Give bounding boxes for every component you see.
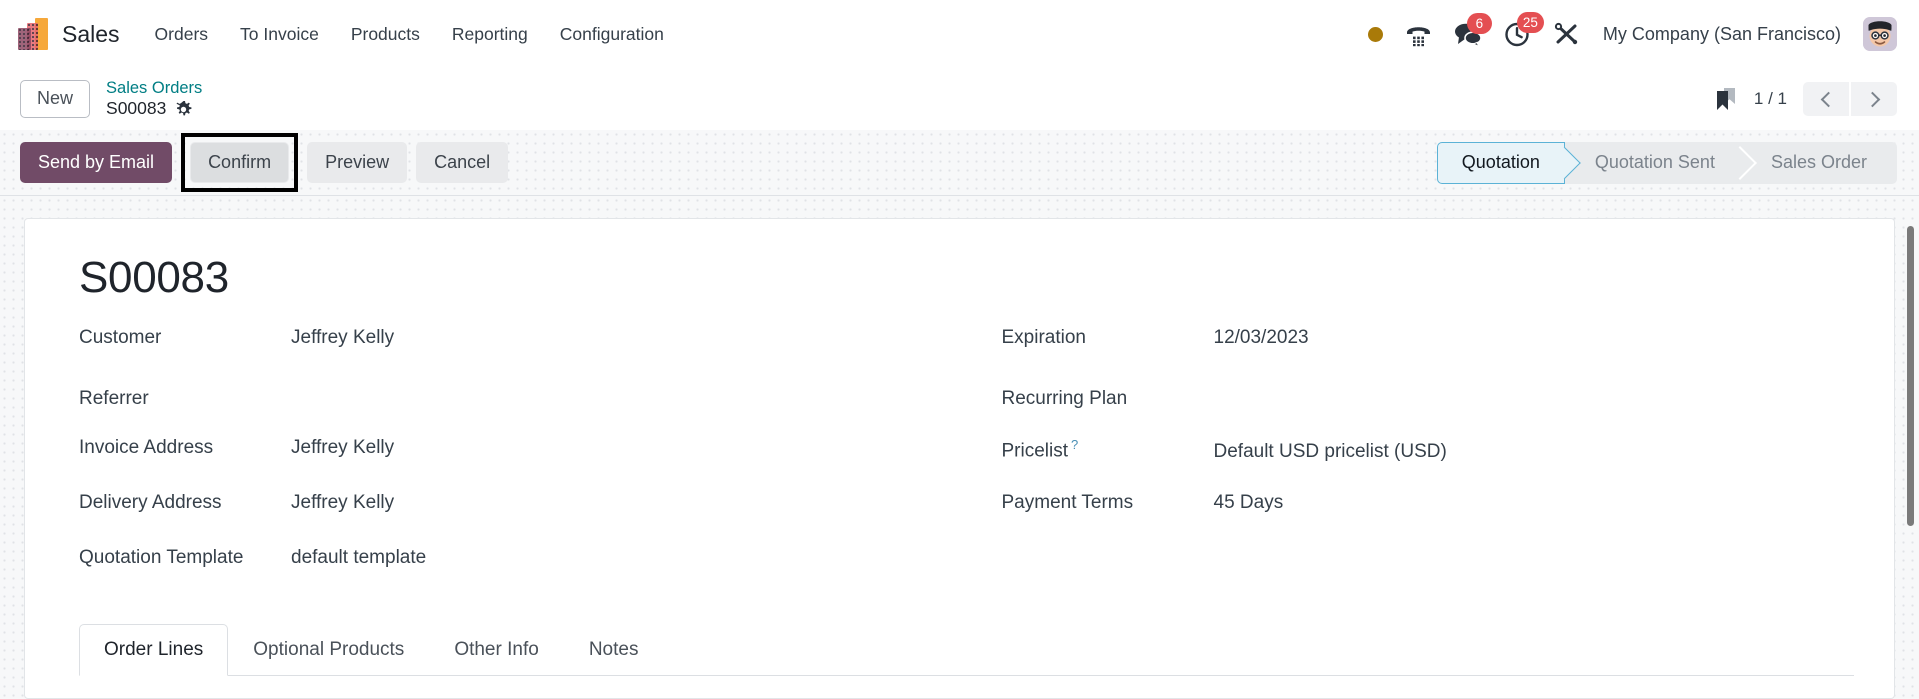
pricelist-help-icon[interactable]: ?: [1071, 437, 1078, 452]
chat-bubbles-icon[interactable]: 6: [1454, 12, 1492, 47]
gear-icon[interactable]: [175, 100, 192, 118]
form-sheet: S00083 Customer Jeffrey Kelly Referrer I…: [24, 218, 1895, 699]
page-title: S00083: [79, 253, 229, 302]
field-label-pricelist-text: Pricelist: [1001, 440, 1069, 462]
field-label-payment-terms: Payment Terms: [1001, 492, 1134, 514]
scrollbar-thumb[interactable]: [1907, 226, 1914, 526]
control-panel-right: 1 / 1: [1714, 82, 1897, 116]
form-column-left: Customer Jeffrey Kelly Referrer Invoice …: [79, 327, 932, 602]
field-value-invoice-address[interactable]: Jeffrey Kelly: [291, 437, 394, 459]
field-delivery-address: Delivery Address Jeffrey Kelly: [79, 492, 932, 547]
field-value-delivery-address[interactable]: Jeffrey Kelly: [291, 492, 394, 514]
status-bar: Quotation Quotation Sent Sales Order: [1436, 141, 1897, 184]
field-value-customer[interactable]: Jeffrey Kelly: [291, 327, 394, 349]
confirm-button[interactable]: Confirm: [190, 142, 290, 183]
tab-optional-products[interactable]: Optional Products: [228, 624, 429, 677]
field-value-payment-terms[interactable]: 45 Days: [1214, 492, 1284, 514]
field-value-expiration[interactable]: 12/03/2023: [1214, 327, 1309, 349]
messages-badge: 6: [1466, 12, 1492, 34]
field-label-referrer: Referrer: [79, 388, 149, 410]
tab-order-lines[interactable]: Order Lines: [79, 623, 229, 677]
status-step-sales-order[interactable]: Sales Order: [1740, 141, 1897, 184]
control-panel-breadcrumb: New Sales Orders S00083 1 / 1: [0, 68, 1919, 130]
tab-notes[interactable]: Notes: [564, 624, 664, 677]
field-label-pricelist: Pricelist?: [1002, 437, 1214, 462]
field-label-quotation-template: Quotation Template: [79, 547, 244, 569]
field-quotation-template: Quotation Template default template: [79, 547, 932, 602]
chevron-right-icon: [1864, 91, 1880, 107]
top-navbar: Sales Orders To Invoice Products Reporti…: [0, 0, 1919, 68]
menu-item-reporting[interactable]: Reporting: [451, 20, 529, 49]
vertical-scrollbar[interactable]: [1906, 196, 1915, 699]
menu-item-orders[interactable]: Orders: [154, 20, 209, 49]
menu-item-products[interactable]: Products: [350, 20, 421, 49]
field-recurring-plan: Recurring Plan: [1002, 382, 1855, 437]
menu-item-configuration[interactable]: Configuration: [559, 20, 665, 49]
field-label-customer: Customer: [79, 327, 162, 349]
control-panel-actions: Send by Email Confirm Preview Cancel Quo…: [0, 130, 1919, 196]
activities-badge: 25: [1516, 12, 1544, 33]
systray: 6 25 My Company (San Francisco): [1367, 12, 1897, 51]
field-expiration: Expiration 12/03/2023: [1002, 327, 1855, 382]
field-value-pricelist[interactable]: Default USD pricelist (USD): [1214, 441, 1447, 463]
field-label-expiration: Expiration: [1001, 327, 1087, 349]
pager-previous-button[interactable]: [1803, 82, 1849, 116]
wrench-screwdriver-icon[interactable]: [1553, 21, 1581, 47]
status-step-quotation-sent[interactable]: Quotation Sent: [1564, 141, 1741, 184]
main-menu: Orders To Invoice Products Reporting Con…: [154, 20, 665, 49]
breadcrumb-current-record: S00083: [106, 98, 167, 119]
menu-item-to-invoice[interactable]: To Invoice: [239, 20, 320, 49]
cancel-button[interactable]: Cancel: [416, 142, 509, 183]
app-name[interactable]: Sales: [62, 21, 120, 48]
send-by-email-button[interactable]: Send by Email: [20, 142, 173, 183]
field-label-delivery-address: Delivery Address: [79, 492, 222, 514]
notebook-tabs: Order Lines Optional Products Other Info…: [79, 623, 1854, 677]
amber-status-dot-icon[interactable]: [1367, 26, 1383, 42]
dialpad-phone-icon[interactable]: [1405, 21, 1432, 47]
field-invoice-address: Invoice Address Jeffrey Kelly: [79, 437, 932, 492]
breadcrumb-parent-sales-orders[interactable]: Sales Orders: [106, 78, 202, 98]
field-payment-terms: Payment Terms 45 Days: [1002, 492, 1855, 547]
clock-activities-icon[interactable]: 25: [1504, 12, 1544, 47]
preview-button[interactable]: Preview: [307, 142, 408, 183]
company-switcher[interactable]: My Company (San Francisco): [1603, 24, 1841, 45]
confirm-button-focus-highlight: Confirm: [181, 133, 299, 192]
form-sheet-background: S00083 Customer Jeffrey Kelly Referrer I…: [0, 196, 1919, 699]
pager-next-button[interactable]: [1851, 82, 1897, 116]
record-action-buttons: Send by Email Confirm Preview Cancel: [20, 133, 509, 192]
form-column-right: Expiration 12/03/2023 Recurring Plan Pri…: [1002, 327, 1855, 602]
pager-value: 1 / 1: [1753, 89, 1787, 108]
bookmark-flag-icon[interactable]: [1714, 86, 1738, 112]
field-label-invoice-address: Invoice Address: [79, 437, 214, 459]
form-fields-grid: Customer Jeffrey Kelly Referrer Invoice …: [65, 327, 1854, 602]
field-referrer: Referrer: [79, 382, 932, 437]
field-pricelist: Pricelist? Default USD pricelist (USD): [1002, 437, 1855, 492]
new-button[interactable]: New: [20, 80, 91, 118]
field-label-recurring-plan: Recurring Plan: [1001, 388, 1128, 410]
tab-other-info[interactable]: Other Info: [429, 624, 564, 677]
field-customer: Customer Jeffrey Kelly: [79, 327, 932, 382]
pager-buttons: [1803, 82, 1897, 116]
field-value-quotation-template[interactable]: default template: [291, 547, 426, 569]
chevron-left-icon: [1820, 91, 1836, 107]
user-avatar[interactable]: [1863, 17, 1897, 51]
status-step-quotation[interactable]: Quotation: [1436, 141, 1565, 184]
sales-bar-chart-logo[interactable]: [18, 18, 48, 50]
breadcrumb: Sales Orders S00083: [106, 78, 202, 119]
